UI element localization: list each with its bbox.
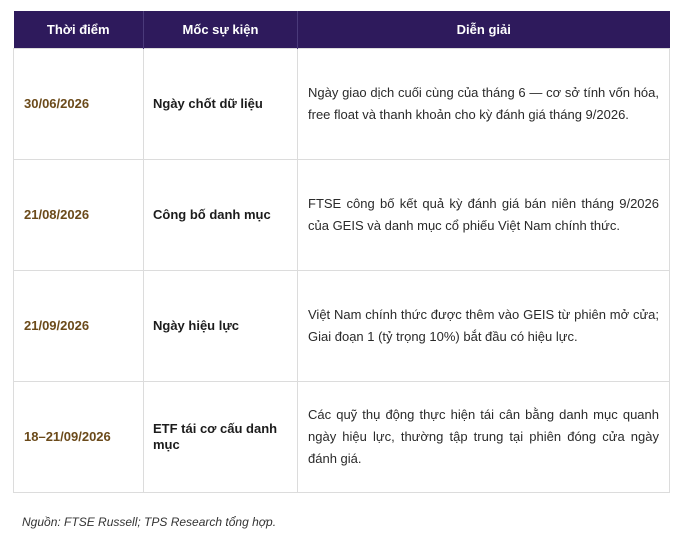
header-description: Diễn giải [297,11,670,49]
row-description: Việt Nam chính thức được thêm vào GEIS t… [297,270,670,382]
table-row: 21/09/2026 Ngày hiệu lực Việt Nam chính … [13,270,670,382]
header-time: Thời điểm [13,11,144,49]
timeline-table-container: Thời điểm Mốc sự kiện Diễn giải 30/06/20… [13,11,670,493]
row-event: Ngày chốt dữ liệu [143,48,298,160]
row-date: 30/06/2026 [13,48,144,160]
source-note: Nguồn: FTSE Russell; TPS Research tổng h… [22,515,277,529]
row-description: Các quỹ thụ động thực hiện tái cân bằng … [297,381,670,493]
row-date: 21/08/2026 [13,159,144,271]
row-date: 18–21/09/2026 [13,381,144,493]
table-header-row: Thời điểm Mốc sự kiện Diễn giải [13,11,670,49]
row-event: Ngày hiệu lực [143,270,298,382]
header-event: Mốc sự kiện [143,11,298,49]
row-description: Ngày giao dịch cuối cùng của tháng 6 — c… [297,48,670,160]
table-row: 18–21/09/2026 ETF tái cơ cấu danh mục Cá… [13,381,670,493]
row-description: FTSE công bố kết quả kỳ đánh giá bán niê… [297,159,670,271]
timeline-table: Thời điểm Mốc sự kiện Diễn giải 30/06/20… [13,11,670,493]
table-row: 21/08/2026 Công bố danh mục FTSE công bố… [13,159,670,271]
row-event: ETF tái cơ cấu danh mục [143,381,298,493]
row-date: 21/09/2026 [13,270,144,382]
row-event: Công bố danh mục [143,159,298,271]
table-row: 30/06/2026 Ngày chốt dữ liệu Ngày giao d… [13,48,670,160]
